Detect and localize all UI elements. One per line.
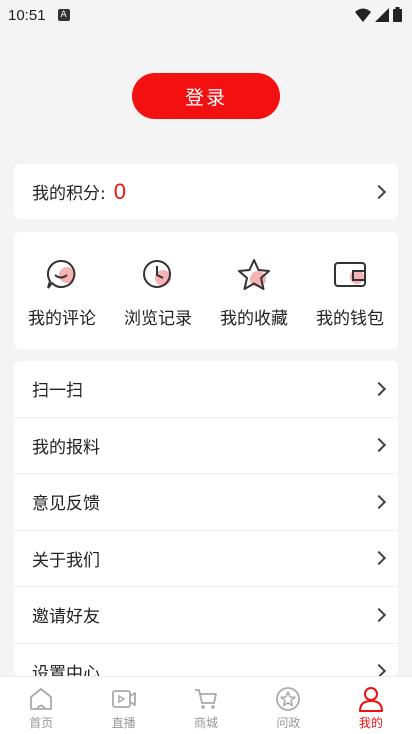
quick-label: 我的收藏 [220, 309, 288, 329]
points-label: 我的积分: [32, 184, 106, 204]
menu-label: 扫一扫 [32, 381, 83, 402]
tab-shop[interactable]: 商城 [165, 677, 247, 734]
points-card[interactable]: 我的积分: 0 [14, 164, 398, 219]
status-time: 10:51 [8, 6, 46, 24]
quick-label: 浏览记录 [124, 309, 192, 329]
notification-icon: A [57, 9, 70, 21]
signal-icon [375, 7, 389, 22]
points-value: 0 [113, 178, 126, 204]
menu-item-settings[interactable]: 设置中心 [14, 644, 398, 676]
menu-item-about[interactable]: 关于我们 [14, 531, 398, 587]
chevron-right-icon [371, 381, 387, 396]
user-icon [358, 687, 383, 712]
quick-item-favorites[interactable]: 我的收藏 [206, 232, 302, 349]
menu-item-feedback[interactable]: 意见反馈 [14, 474, 398, 531]
quick-item-wallet[interactable]: 我的钱包 [302, 232, 398, 349]
status-bar: 10:51 A [0, 0, 412, 30]
quick-label: 我的钱包 [316, 309, 384, 329]
live-icon [111, 690, 136, 708]
chevron-right-icon [371, 664, 387, 676]
tab-inquiry[interactable]: 问政 [247, 677, 329, 734]
tab-label: 直播 [111, 716, 136, 730]
menu-label: 设置中心 [32, 663, 100, 676]
tab-label: 首页 [29, 716, 54, 730]
quick-item-comments[interactable]: 我的评论 [14, 232, 110, 349]
tab-label: 问政 [276, 716, 301, 730]
quick-actions-card: 我的评论 浏览记录 我的收藏 我的钱包 [14, 232, 398, 349]
menu-label: 关于我们 [32, 550, 100, 571]
star-icon [238, 259, 270, 290]
clock-icon [143, 260, 171, 288]
menu-item-scan[interactable]: 扫一扫 [14, 361, 398, 418]
wallet-icon [334, 262, 366, 287]
quick-label: 我的评论 [28, 309, 96, 329]
tab-home[interactable]: 首页 [0, 677, 82, 734]
bottom-tab-bar: 首页 直播 商城 问政 我的 [0, 676, 412, 734]
login-button[interactable]: 登录 [132, 73, 280, 119]
battery-icon [393, 7, 402, 22]
menu-label: 我的报料 [32, 437, 100, 458]
chevron-right-icon [371, 494, 387, 509]
menu-label: 邀请好友 [32, 607, 100, 628]
status-icons [355, 7, 402, 22]
chevron-right-icon [371, 551, 387, 566]
chevron-right-icon [371, 438, 387, 453]
chevron-right-icon [371, 607, 387, 622]
menu-item-invite[interactable]: 邀请好友 [14, 587, 398, 644]
quick-item-history[interactable]: 浏览记录 [110, 232, 206, 349]
comment-icon [46, 259, 76, 289]
cart-icon [195, 689, 217, 709]
home-icon [30, 688, 53, 710]
tab-me[interactable]: 我的 [330, 677, 412, 734]
menu-card: 扫一扫 我的报料 意见反馈 关于我们 邀请好友 设置中心 [14, 361, 398, 676]
menu-label: 意见反馈 [32, 494, 100, 515]
chevron-right-icon [371, 184, 387, 199]
wifi-icon [355, 8, 371, 22]
tab-live[interactable]: 直播 [82, 677, 164, 734]
menu-item-reports[interactable]: 我的报料 [14, 418, 398, 474]
badge-star-icon [276, 687, 301, 711]
tab-label: 我的 [358, 716, 383, 730]
tab-label: 商城 [194, 716, 219, 730]
